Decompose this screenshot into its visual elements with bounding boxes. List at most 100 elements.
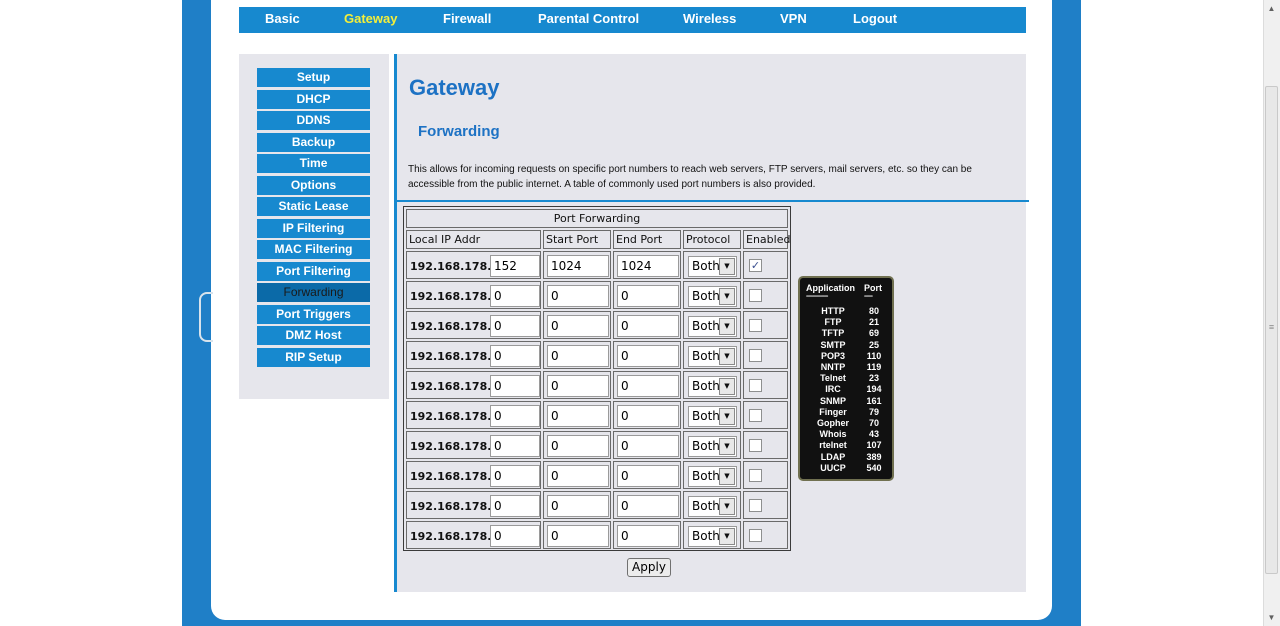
ip-octet-input[interactable]: 0 <box>490 375 540 397</box>
enabled-checkbox[interactable] <box>749 439 762 452</box>
nav-vpn[interactable]: VPN <box>780 7 807 33</box>
sidebar-item-port-triggers[interactable]: Port Triggers <box>257 304 370 324</box>
enabled-checkbox[interactable] <box>749 289 762 302</box>
ip-octet-input[interactable]: 0 <box>490 285 540 307</box>
sidebar-item-forwarding[interactable]: Forwarding <box>257 283 370 302</box>
sidebar-item-port-filtering[interactable]: Port Filtering <box>257 261 370 281</box>
start-port-input[interactable]: 0 <box>547 495 609 517</box>
protocol-value: Both <box>692 379 720 393</box>
sidebar-item-static-lease[interactable]: Static Lease <box>257 197 370 216</box>
start-port-input[interactable]: 0 <box>547 375 609 397</box>
enabled-checkbox[interactable] <box>749 379 762 392</box>
chevron-down-icon[interactable]: ▼ <box>719 348 735 365</box>
protocol-select[interactable]: Both ▼ <box>688 376 737 397</box>
protocol-select[interactable]: Both ▼ <box>688 436 737 457</box>
ip-prefix: 192.168.178. <box>410 470 492 483</box>
protocol-select[interactable]: Both ▼ <box>688 286 737 307</box>
protocol-select[interactable]: Both ▼ <box>688 316 737 337</box>
sidebar-item-backup[interactable]: Backup <box>257 132 370 152</box>
ip-octet-input[interactable]: 0 <box>490 465 540 487</box>
nav-basic[interactable]: Basic <box>265 7 300 33</box>
header-local-ip: Local IP Addr <box>406 230 541 249</box>
protocol-select[interactable]: Both ▼ <box>688 406 737 427</box>
sidebar-item-setup[interactable]: Setup <box>257 68 370 87</box>
protocol-value: Both <box>692 529 720 543</box>
apply-button[interactable]: Apply <box>627 558 671 577</box>
row-4-enabled-cell <box>743 371 788 399</box>
ref-port-number: 21 <box>868 317 879 328</box>
ip-octet-input[interactable]: 0 <box>490 345 540 367</box>
ip-octet-input[interactable]: 0 <box>490 525 540 547</box>
protocol-select[interactable]: Both ▼ <box>688 256 737 277</box>
protocol-select[interactable]: Both ▼ <box>688 526 737 547</box>
end-port-input[interactable]: 0 <box>617 495 679 517</box>
end-port-input[interactable]: 0 <box>617 345 679 367</box>
enabled-checkbox[interactable] <box>749 529 762 542</box>
sidebar-item-dhcp[interactable]: DHCP <box>257 89 370 109</box>
scroll-down-icon[interactable]: ▼ <box>1263 609 1280 626</box>
protocol-select[interactable]: Both ▼ <box>688 466 737 487</box>
end-port-input[interactable]: 0 <box>617 435 679 457</box>
sidebar-item-time[interactable]: Time <box>257 154 370 173</box>
scroll-up-icon[interactable]: ▲ <box>1263 0 1280 17</box>
header-start-port: Start Port <box>543 230 611 249</box>
chevron-down-icon[interactable]: ▼ <box>719 318 735 335</box>
nav-gateway[interactable]: Gateway <box>344 7 397 33</box>
end-port-input[interactable]: 0 <box>617 285 679 307</box>
row-1-protocol-cell: Both ▼ <box>683 281 741 309</box>
ip-octet-input[interactable]: 0 <box>490 315 540 337</box>
enabled-checkbox[interactable] <box>749 319 762 332</box>
nav-wireless[interactable]: Wireless <box>683 7 736 33</box>
page-title: Gateway <box>409 75 500 100</box>
nav-firewall[interactable]: Firewall <box>443 7 491 33</box>
ip-octet-input[interactable]: 0 <box>490 405 540 427</box>
sidebar-item-options[interactable]: Options <box>257 175 370 195</box>
ref-app-name: TFTP <box>821 328 845 339</box>
sidebar-item-rip-setup[interactable]: RIP Setup <box>257 347 370 367</box>
chevron-down-icon[interactable]: ▼ <box>719 288 735 305</box>
sidebar-item-ddns[interactable]: DDNS <box>257 111 370 130</box>
start-port-input[interactable]: 0 <box>547 525 609 547</box>
enabled-checkbox[interactable]: ✓ <box>749 259 762 272</box>
ip-octet-input[interactable]: 0 <box>490 495 540 517</box>
chevron-down-icon[interactable]: ▼ <box>719 408 735 425</box>
enabled-checkbox[interactable] <box>749 499 762 512</box>
start-port-input[interactable]: 0 <box>547 285 609 307</box>
start-port-input[interactable]: 0 <box>547 345 609 367</box>
chevron-down-icon[interactable]: ▼ <box>719 258 735 275</box>
nav-logout[interactable]: Logout <box>853 7 897 33</box>
sidebar-item-dmz-host[interactable]: DMZ Host <box>257 326 370 345</box>
sidebar: Setup DHCP DDNS Backup Time Options Stat… <box>239 54 389 399</box>
chevron-down-icon[interactable]: ▼ <box>719 498 735 515</box>
start-port-input[interactable]: 1024 <box>547 255 609 277</box>
ref-app-name: IRC <box>825 384 841 395</box>
chevron-down-icon[interactable]: ▼ <box>719 378 735 395</box>
enabled-checkbox[interactable] <box>749 349 762 362</box>
nav-parental-control[interactable]: Parental Control <box>538 7 639 33</box>
end-port-input[interactable]: 0 <box>617 405 679 427</box>
chevron-down-icon[interactable]: ▼ <box>719 438 735 455</box>
end-port-input[interactable]: 1024 <box>617 255 679 277</box>
end-port-input[interactable]: 0 <box>617 375 679 397</box>
start-port-input[interactable]: 0 <box>547 405 609 427</box>
sidebar-item-mac-filtering[interactable]: MAC Filtering <box>257 240 370 259</box>
ip-octet-input[interactable]: 0 <box>490 435 540 457</box>
enabled-checkbox[interactable] <box>749 409 762 422</box>
protocol-select[interactable]: Both ▼ <box>688 496 737 517</box>
ip-octet-input[interactable]: 152 <box>490 255 540 277</box>
ref-app-name: NNTP <box>820 362 846 372</box>
start-port-input[interactable]: 0 <box>547 435 609 457</box>
row-4-ip-cell: 192.168.178. 0 <box>406 371 541 399</box>
end-port-input[interactable]: 0 <box>617 525 679 547</box>
sidebar-item-ip-filtering[interactable]: IP Filtering <box>257 218 370 238</box>
enabled-checkbox[interactable] <box>749 469 762 482</box>
row-1-ip-cell: 192.168.178. 0 <box>406 281 541 309</box>
chevron-down-icon[interactable]: ▼ <box>719 468 735 485</box>
end-port-input[interactable]: 0 <box>617 465 679 487</box>
end-port-input[interactable]: 0 <box>617 315 679 337</box>
start-port-input[interactable]: 0 <box>547 465 609 487</box>
protocol-select[interactable]: Both ▼ <box>688 346 737 367</box>
chevron-down-icon[interactable]: ▼ <box>719 528 735 545</box>
start-port-input[interactable]: 0 <box>547 315 609 337</box>
row-1-end-cell: 0 <box>613 281 681 309</box>
